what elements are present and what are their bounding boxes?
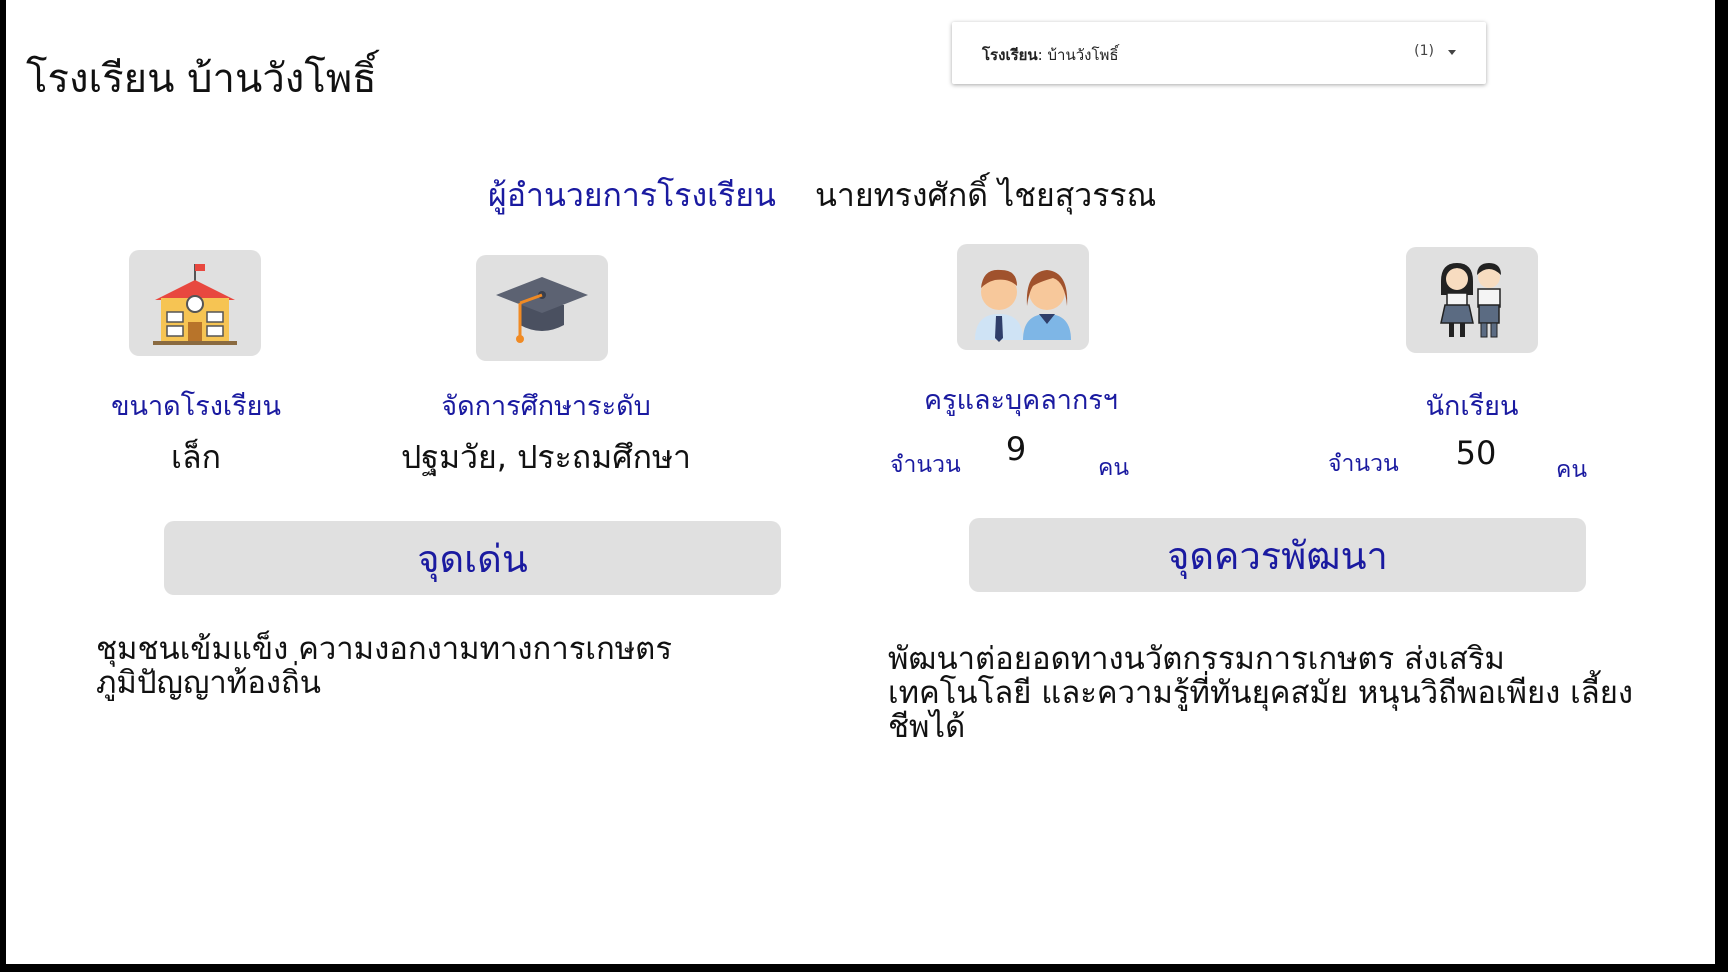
students-count-unit: คน bbox=[1556, 457, 1588, 483]
filter-value: บ้านวังโพธิ์ bbox=[1047, 46, 1119, 64]
students-count-value: 50 bbox=[1455, 434, 1497, 472]
students-label: นักเรียน bbox=[1425, 391, 1519, 422]
filter-count: (1) bbox=[1414, 43, 1434, 59]
students-count-prefix: จำนวน bbox=[1328, 451, 1399, 477]
director-name: นายทรงศักดิ์ ไชยสุวรรณ bbox=[815, 176, 1157, 214]
report-canvas: โรงเรียน บ้านวังโพธิ์ โรงเรียน: บ้านวังโ… bbox=[6, 0, 1715, 964]
improvements-text: พัฒนาต่อยอดทางนวัตกรรมการเกษตร ส่งเสริมเ… bbox=[888, 641, 1633, 745]
education-level-value: ปฐมวัย, ประถมศึกษา bbox=[400, 438, 692, 476]
strengths-text: ชุมชนเข้มแข็ง ความงอกงามทางการเกษตร ภูมิ… bbox=[96, 631, 672, 701]
filter-text: โรงเรียน: บ้านวังโพธิ์ bbox=[982, 46, 1119, 64]
teachers-count-prefix: จำนวน bbox=[890, 452, 961, 478]
school-size-value: เล็ก bbox=[171, 438, 221, 476]
improvements-heading: จุดควรพัฒนา bbox=[969, 518, 1586, 592]
students-icon bbox=[1406, 247, 1538, 353]
education-level-label: จัดการศึกษาระดับ bbox=[441, 391, 651, 422]
director-label: ผู้อำนวยการโรงเรียน bbox=[488, 176, 776, 214]
teachers-count-value: 9 bbox=[1005, 430, 1027, 468]
school-filter-dropdown[interactable]: โรงเรียน: บ้านวังโพธิ์ (1) bbox=[952, 22, 1486, 84]
school-size-label: ขนาดโรงเรียน bbox=[111, 391, 281, 422]
teachers-icon bbox=[957, 244, 1089, 350]
filter-label: โรงเรียน bbox=[982, 46, 1038, 64]
strengths-heading: จุดเด่น bbox=[164, 521, 781, 595]
school-building-icon bbox=[129, 250, 261, 356]
page-title: โรงเรียน บ้านวังโพธิ์ bbox=[26, 56, 377, 102]
chevron-down-icon[interactable] bbox=[1448, 50, 1456, 55]
teachers-count-unit: คน bbox=[1098, 455, 1130, 481]
graduation-cap-icon bbox=[476, 255, 608, 361]
teachers-label: ครูและบุคลากรฯ bbox=[924, 385, 1118, 416]
